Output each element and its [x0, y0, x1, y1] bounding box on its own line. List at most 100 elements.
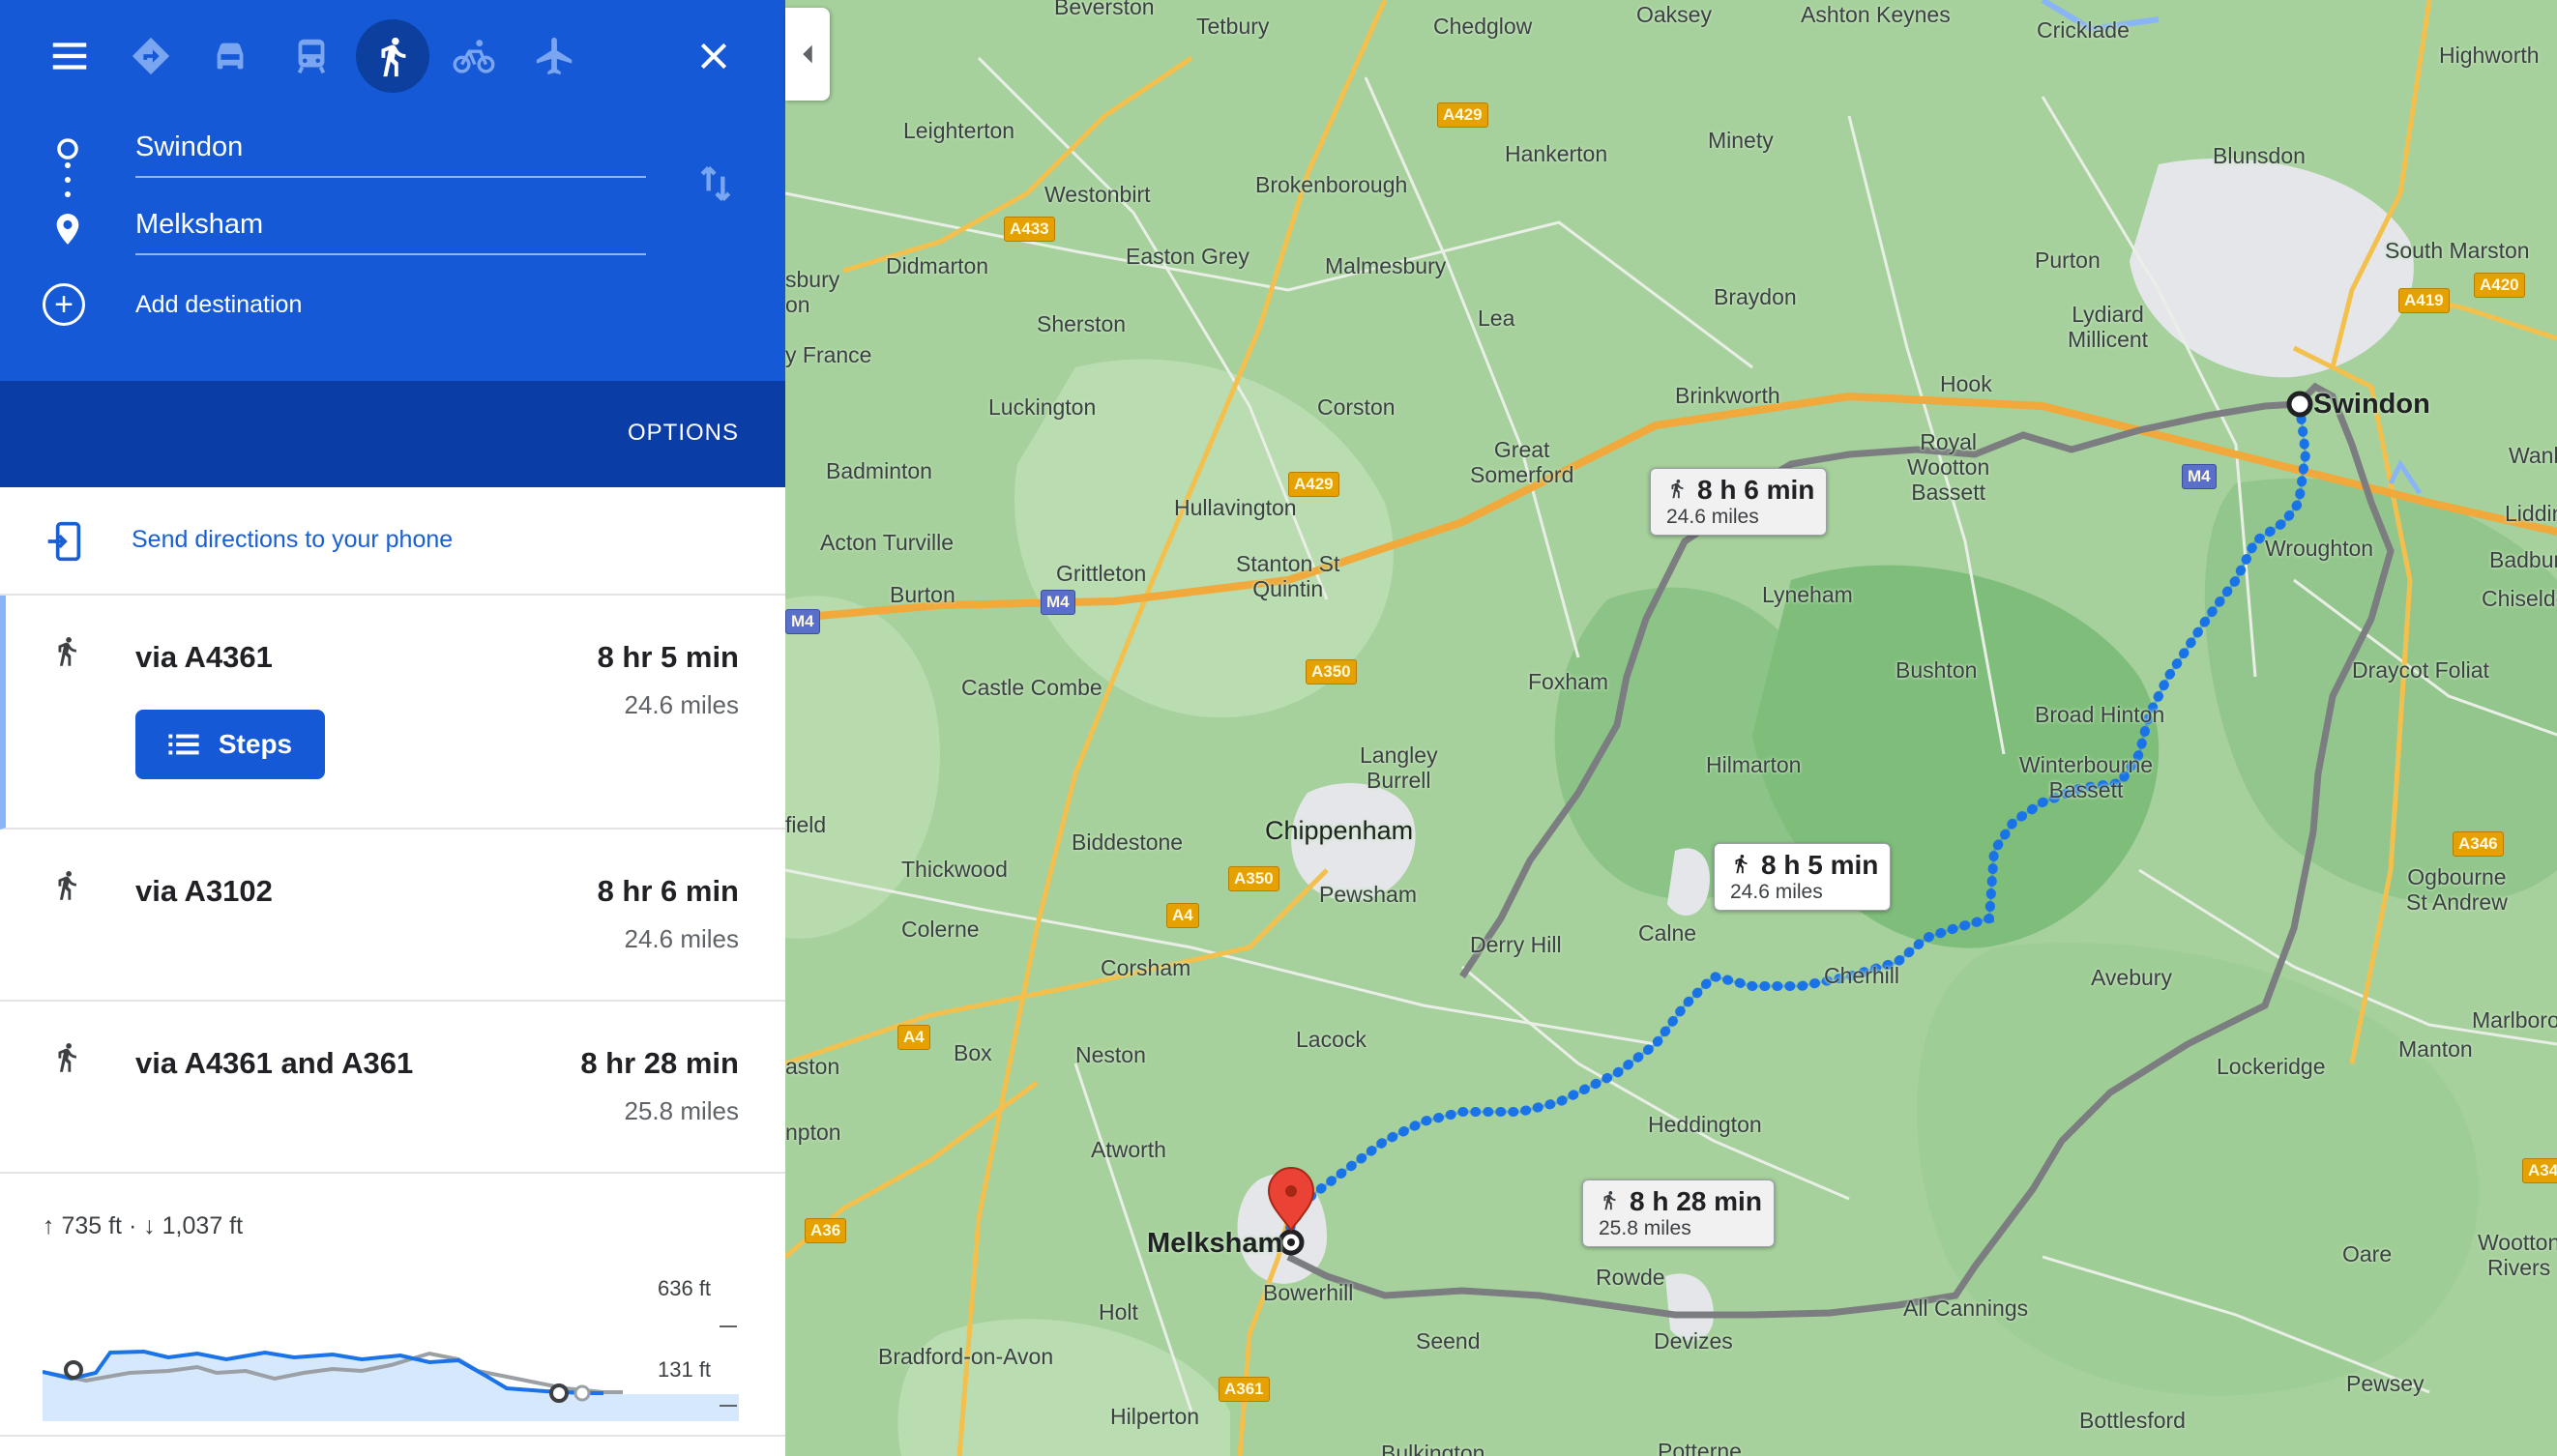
place-label: Biddestone	[1072, 830, 1184, 855]
steps-button[interactable]: Steps	[135, 710, 325, 779]
transit-icon[interactable]	[275, 19, 348, 93]
car-icon[interactable]	[193, 19, 267, 93]
map-canvas[interactable]: Beverston Tetbury Chedglow Oaksey Ashton…	[785, 0, 2557, 1456]
route-distance: 25.8 miles	[624, 1096, 740, 1125]
place-label: aston	[785, 1054, 840, 1079]
place-label: field	[785, 812, 827, 837]
place-label: Chippenham	[1265, 816, 1414, 845]
place-label: Blunsdon	[2213, 143, 2306, 168]
place-label: Colerne	[901, 917, 980, 942]
walking-icon[interactable]	[356, 19, 429, 93]
place-label: npton	[785, 1120, 841, 1145]
road-shield: A429	[1437, 102, 1488, 128]
place-label: Bulkington	[1381, 1441, 1485, 1456]
hamburger-menu-icon[interactable]	[33, 19, 106, 93]
place-label: Hook	[1940, 371, 1992, 396]
place-label: Bottlesford	[2079, 1408, 2186, 1433]
place-label: Thickwood	[901, 857, 1008, 882]
place-label: Chiseldon	[2482, 586, 2557, 611]
origin-place-label: Swindon	[2313, 389, 2430, 420]
place-label: Bowerhill	[1263, 1280, 1354, 1305]
place-label: Brokenborough	[1255, 172, 1408, 197]
place-label: Minety	[1708, 128, 1774, 153]
place-label: Didmarton	[886, 253, 989, 278]
place-label: y France	[785, 342, 872, 367]
best-route-icon[interactable]	[114, 19, 188, 93]
callout-duration: 8 h 28 min	[1630, 1186, 1762, 1216]
route-duration: 8 hr 6 min	[597, 874, 739, 908]
route-callout-3[interactable]: 8 h 28 min 25.8 miles	[1582, 1179, 1775, 1247]
place-label: Oare	[2342, 1241, 2393, 1267]
place-label: Seend	[1416, 1328, 1481, 1354]
place-label: Wroughton	[2265, 536, 2374, 561]
place-label: Calne	[1638, 920, 1697, 946]
place-label: Bushton	[1896, 657, 1978, 683]
close-icon[interactable]	[677, 19, 750, 93]
place-label: Burton	[890, 582, 955, 607]
walking-icon	[58, 871, 76, 900]
place-label: Bradford-on-Avon	[878, 1344, 1054, 1369]
place-label: Manton	[2398, 1036, 2473, 1062]
place-label: Badminton	[826, 458, 932, 483]
add-destination-button[interactable]: + Add destination	[43, 280, 302, 329]
place-label: sbury on	[785, 267, 840, 317]
cycling-icon[interactable]	[437, 19, 511, 93]
place-label: All Cannings	[1903, 1296, 2029, 1321]
collapse-panel-button[interactable]	[785, 8, 830, 101]
route-duration: 8 hr 5 min	[597, 640, 739, 674]
road-shield: A36	[805, 1218, 847, 1243]
place-label: Lockeridge	[2217, 1054, 2326, 1079]
destination-place-label: Melksham	[1147, 1228, 1283, 1259]
callout-duration: 8 h 6 min	[1697, 475, 1815, 505]
callout-distance: 24.6 miles	[1666, 506, 1759, 528]
place-label: Lea	[1478, 306, 1515, 331]
place-label: Badbury	[2489, 547, 2557, 572]
route-distance: 24.6 miles	[624, 924, 740, 953]
place-label: Corsham	[1101, 955, 1191, 980]
route-option-1[interactable]: via A4361 8 hr 5 min 24.6 miles Steps	[0, 596, 785, 830]
road-shield: A346	[2453, 831, 2504, 857]
send-to-phone-row[interactable]: Send directions to your phone	[0, 487, 785, 596]
road-shield: A4	[1166, 903, 1199, 928]
place-label: Pewsham	[1319, 882, 1417, 907]
travel-mode-bar	[33, 19, 749, 95]
swap-icon[interactable]	[689, 157, 743, 211]
route-via-label: via A4361 and A361	[135, 1046, 414, 1080]
road-shield: A350	[1306, 659, 1357, 684]
place-label: Highworth	[2439, 43, 2540, 68]
place-label: Box	[954, 1040, 992, 1065]
route-option-2[interactable]: via A3102 8 hr 6 min 24.6 miles	[0, 830, 785, 1002]
place-label: Potterne	[1658, 1439, 1742, 1456]
add-circle-icon: +	[43, 283, 85, 326]
place-label: Malmesbury	[1325, 253, 1447, 278]
route-option-3[interactable]: via A4361 and A361 8 hr 28 min 25.8 mile…	[0, 1002, 785, 1174]
place-label: Draycot Foliat	[2352, 657, 2489, 683]
route-callout-1[interactable]: 8 h 5 min 24.6 miles	[1714, 843, 1892, 911]
place-label: Grittleton	[1056, 561, 1147, 586]
options-bar: OPTIONS	[0, 381, 785, 487]
place-label: South Marston	[2385, 238, 2530, 263]
place-label: Devizes	[1654, 1328, 1733, 1354]
place-label: Pewsey	[2346, 1371, 2425, 1396]
flight-icon[interactable]	[518, 19, 592, 93]
walking-icon	[1671, 480, 1684, 499]
route-distance: 24.6 miles	[624, 690, 740, 719]
place-label: Winterbourne Bassett	[2019, 752, 2154, 802]
road-shield: A420	[2474, 273, 2525, 298]
road-shield: A350	[1228, 866, 1279, 891]
place-label: Great Somerford	[1470, 437, 1574, 487]
place-label: Royal Wootton Bassett	[1907, 429, 1990, 505]
route-callout-2[interactable]: 8 h 6 min 24.6 miles	[1650, 468, 1828, 536]
destination-input[interactable]: Melksham	[135, 197, 646, 255]
place-label: Luckington	[988, 394, 1097, 420]
place-label: Brinkworth	[1675, 383, 1780, 408]
origin-input[interactable]: Swindon	[135, 120, 646, 178]
send-to-phone-link[interactable]: Send directions to your phone	[132, 526, 453, 554]
options-button[interactable]: OPTIONS	[628, 420, 739, 447]
elevation-profile: ↑ 735 ft · ↓ 1,037 ft 636 ft 131 ft	[0, 1174, 785, 1437]
place-label: Lacock	[1296, 1027, 1367, 1052]
callout-distance: 24.6 miles	[1730, 881, 1823, 903]
route-duration: 8 hr 28 min	[580, 1046, 739, 1080]
place-label: Atworth	[1091, 1137, 1166, 1162]
place-label: Stanton St Quintin	[1236, 551, 1340, 601]
